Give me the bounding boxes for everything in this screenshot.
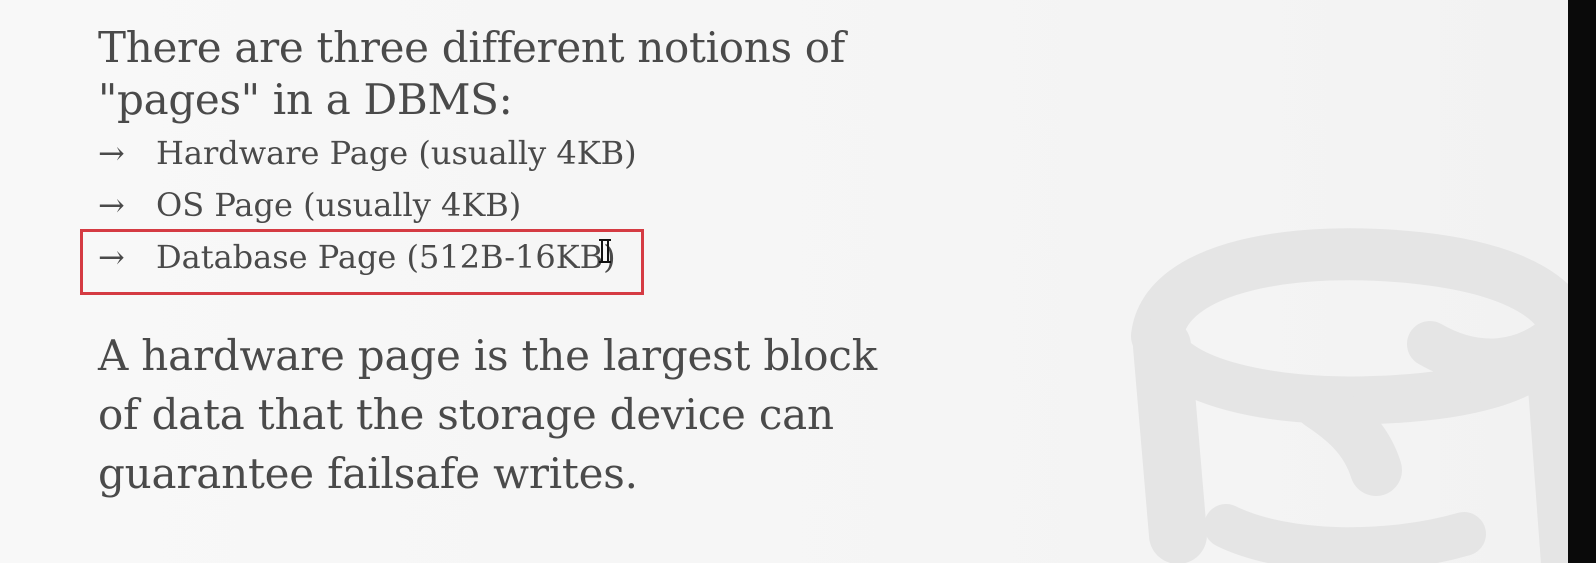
list-item-os-page: → OS Page (usually 4KB): [98, 179, 998, 231]
list-item-database-page: → Database Page (512B-16KB): [80, 229, 998, 295]
slide: There are three different notions of "pa…: [0, 0, 1596, 563]
hardware-page-text: Hardware Page (usually 4KB): [156, 134, 637, 172]
page-types-list: → Hardware Page (usually 4KB) → OS Page (u…: [80, 127, 998, 295]
paragraph-line-1: A hardware page is the largest block: [98, 331, 877, 380]
arrow-icon: →: [98, 186, 125, 224]
slide-content: There are three different notions of "pa…: [80, 22, 998, 503]
highlight-box: [80, 229, 644, 295]
intro-line-1: There are three different notions of: [98, 23, 845, 72]
paragraph-line-3: guarantee failsafe writes.: [98, 449, 638, 498]
os-page-text: OS Page (usually 4KB): [156, 186, 522, 224]
paragraph-line-2: of data that the storage device can: [98, 390, 834, 439]
intro-line-2: "pages" in a DBMS:: [98, 75, 513, 124]
text-cursor-icon: [599, 239, 611, 263]
list-item-hardware-page: → Hardware Page (usually 4KB): [98, 127, 998, 179]
database-icon: [1131, 228, 1568, 563]
hardware-page-definition: A hardware page is the largest block of …: [98, 326, 998, 503]
arrow-icon: →: [98, 134, 125, 172]
